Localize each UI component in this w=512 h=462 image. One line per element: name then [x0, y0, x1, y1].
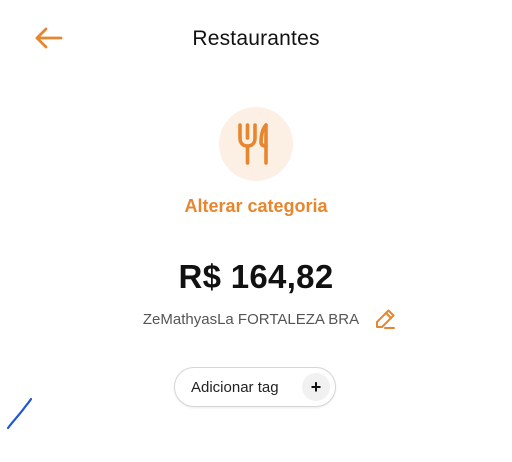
pencil-icon [376, 309, 396, 329]
add-tag-label: Adicionar tag [191, 378, 279, 396]
add-tag-button[interactable]: Adicionar tag + [174, 367, 336, 407]
merchant-row: ZeMathyasLa FORTALEZA BRA [0, 305, 512, 333]
change-category-link[interactable]: Alterar categoria [0, 196, 512, 217]
fork-knife-icon [238, 123, 268, 165]
merchant-name: ZeMathyasLa FORTALEZA BRA [142, 310, 360, 328]
page-title: Restaurantes [192, 27, 320, 50]
plus-icon: + [302, 373, 330, 401]
transaction-amount: R$ 164,82 [178, 258, 334, 295]
pen-scribble-mark [6, 397, 33, 430]
edit-merchant-button[interactable] [371, 305, 399, 333]
category-icon-badge[interactable] [219, 107, 293, 181]
